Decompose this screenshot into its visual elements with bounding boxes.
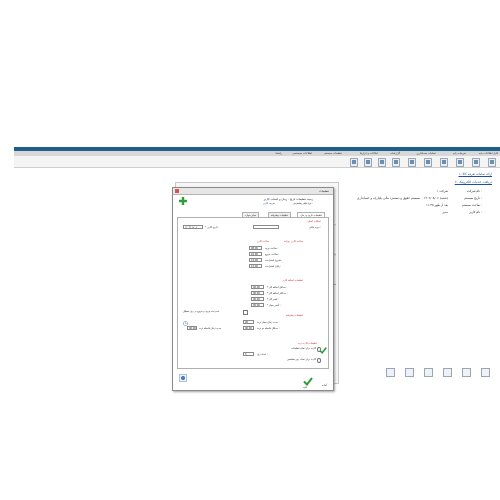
export-icon[interactable] [378,157,386,167]
settings-dialog: تنظیمات زمینه تنظیمات تاریخ ، زمان و انت… [172,187,334,391]
date-label: * تاریخ کاری : [205,226,219,229]
toolbar [14,156,500,168]
home-icon[interactable] [405,368,414,377]
section-card: تنظیمات کارت تردد [297,342,317,345]
period-select[interactable] [253,225,279,229]
small-row-label: مدت زمان مجاز تردد : [257,321,280,324]
date-input[interactable]: ۱۴۰۲/۰۸/۰۶ [183,225,203,229]
ot-field-min[interactable]: 00:00 [251,285,264,289]
ot-field-short[interactable]: 00:00 [251,297,264,301]
menu-item-tools[interactable]: امکانات و ابزارها [360,152,378,155]
system-desc: سیستم حقوق و دستمزد مالی یکپارچه و حسابد… [357,196,420,200]
time-field-break-end[interactable]: 13:00 [249,264,262,268]
holiday-check-label: عدم ثبت ورود و خروج در روز تعطیل [183,310,220,313]
copy-icon[interactable] [350,157,358,167]
radio-all-label: کارت برای تمام تنظیمات [291,347,316,350]
section-main: عملیات اصلی [307,220,321,223]
close-icon[interactable] [175,189,179,193]
settings-icon[interactable] [488,157,496,167]
clock-icon [183,321,188,327]
status-text: آماده [322,384,327,387]
date-value: ۱۴۰۲/۰۸/۰۶ (شنبه) [423,196,448,200]
folder-icon[interactable] [472,157,480,167]
calendar-icon[interactable] [440,157,448,167]
ot-row-label: * تأخیر مجاز : [267,304,281,307]
users-icon[interactable] [456,157,464,167]
menu-item-base[interactable]: تعریفات پایه [453,152,466,155]
dialog-titlebar: تنظیمات [173,188,333,195]
header-sub: نوع فیلتر پیشفرض : [292,202,313,205]
user-label: نام کاربر : [469,210,482,214]
shift-header: ساعت کاری روزانه [284,240,303,243]
days-label: تعداد روز : [257,353,268,356]
gap-field[interactable]: 00:00 [187,326,197,330]
time-field-in[interactable]: 08:00 [249,246,262,250]
menu-item-file[interactable]: فایل اطلاعات پایه [479,152,498,155]
ot-field-max[interactable]: 00:00 [251,291,264,295]
mail-icon[interactable] [462,368,471,377]
menu-item-system[interactable]: اطلاعات سیستمی [292,152,312,155]
report-icon[interactable] [408,157,416,167]
chart-icon[interactable] [424,157,432,167]
subsection-times: ساعت کاری [256,240,269,243]
menu-item-settings[interactable]: تنظیمات سیستم [324,152,342,155]
time-field-break-start[interactable]: 12:00 [249,258,262,262]
dialog-header: زمینه تنظیمات تاریخ ، زمان و انتخاب کارب… [263,197,313,201]
allowed-time-field[interactable]: 00 [243,320,254,324]
ot-row-label: * کسر کار : [267,298,279,301]
date-label: تاریخ سیستم : [464,196,482,200]
print-icon[interactable] [364,157,372,167]
menu-item-ops[interactable]: عملیات حسابداری [416,152,436,155]
advanced-label: تنظیمات پیشرفته [285,314,303,317]
small-row-label: حداقل فاصله دو تردد : [257,327,280,330]
company-value: شرکت ۱ [436,189,448,193]
time-row-label: ساعت خروج : [265,253,280,256]
calendar-small-icon[interactable] [443,368,452,377]
link-tariff[interactable]: ۱- ارائه سامانه تعرفه کالا [459,172,492,176]
link-eservices[interactable]: ۲- دریافت خدمات الکترونیک [455,180,492,184]
document-icon[interactable] [392,157,400,167]
help-icon[interactable] [179,374,187,383]
ot-field-delay[interactable]: 00:00 [251,303,264,307]
dialog-title: تنظیمات [319,189,329,193]
holiday-checkbox[interactable] [243,310,248,315]
min-gap-field[interactable]: 00:00 [243,326,254,330]
ot-row-label: * حداکثر اضافه کار : [267,292,288,295]
check-small-icon[interactable] [319,346,327,355]
time-row-label: شروع استراحت : [265,259,283,262]
time-value: ۱۱:۳۵ بعد از ظهر [426,203,448,207]
subsection-overtime: تنظیمات اضافه کاری [282,279,303,282]
back-icon[interactable] [386,368,395,377]
info-icon[interactable] [481,368,490,377]
menu-item-reports[interactable]: گزارشات [390,152,400,155]
header-link[interactable]: تعریف کاربر [263,202,275,205]
calculator-icon[interactable] [424,368,433,377]
company-label: نام شرکت : [466,189,482,193]
time-field-out[interactable]: 16:00 [249,252,262,256]
time-label: ساعت سیستم : [461,203,482,207]
ot-row-label: * حداقل اضافه کار : [267,286,288,289]
user-value: مدیر [442,210,448,214]
days-field[interactable]: 5 [243,352,254,356]
menu-item-help[interactable]: راهنما [276,152,282,155]
gap-label: مدت زمان فاصله تردد [199,327,222,330]
radio-days[interactable] [316,358,321,363]
period-label: دوره مالی : [309,226,321,229]
ok-label: تأیید [303,386,308,389]
add-icon[interactable] [179,197,187,206]
time-row-label: پایان استراحت : [265,265,282,268]
time-row-label: ساعت ورود : [265,247,279,250]
radio-days-label: کارت برای تعداد روز مشخص [287,358,316,361]
